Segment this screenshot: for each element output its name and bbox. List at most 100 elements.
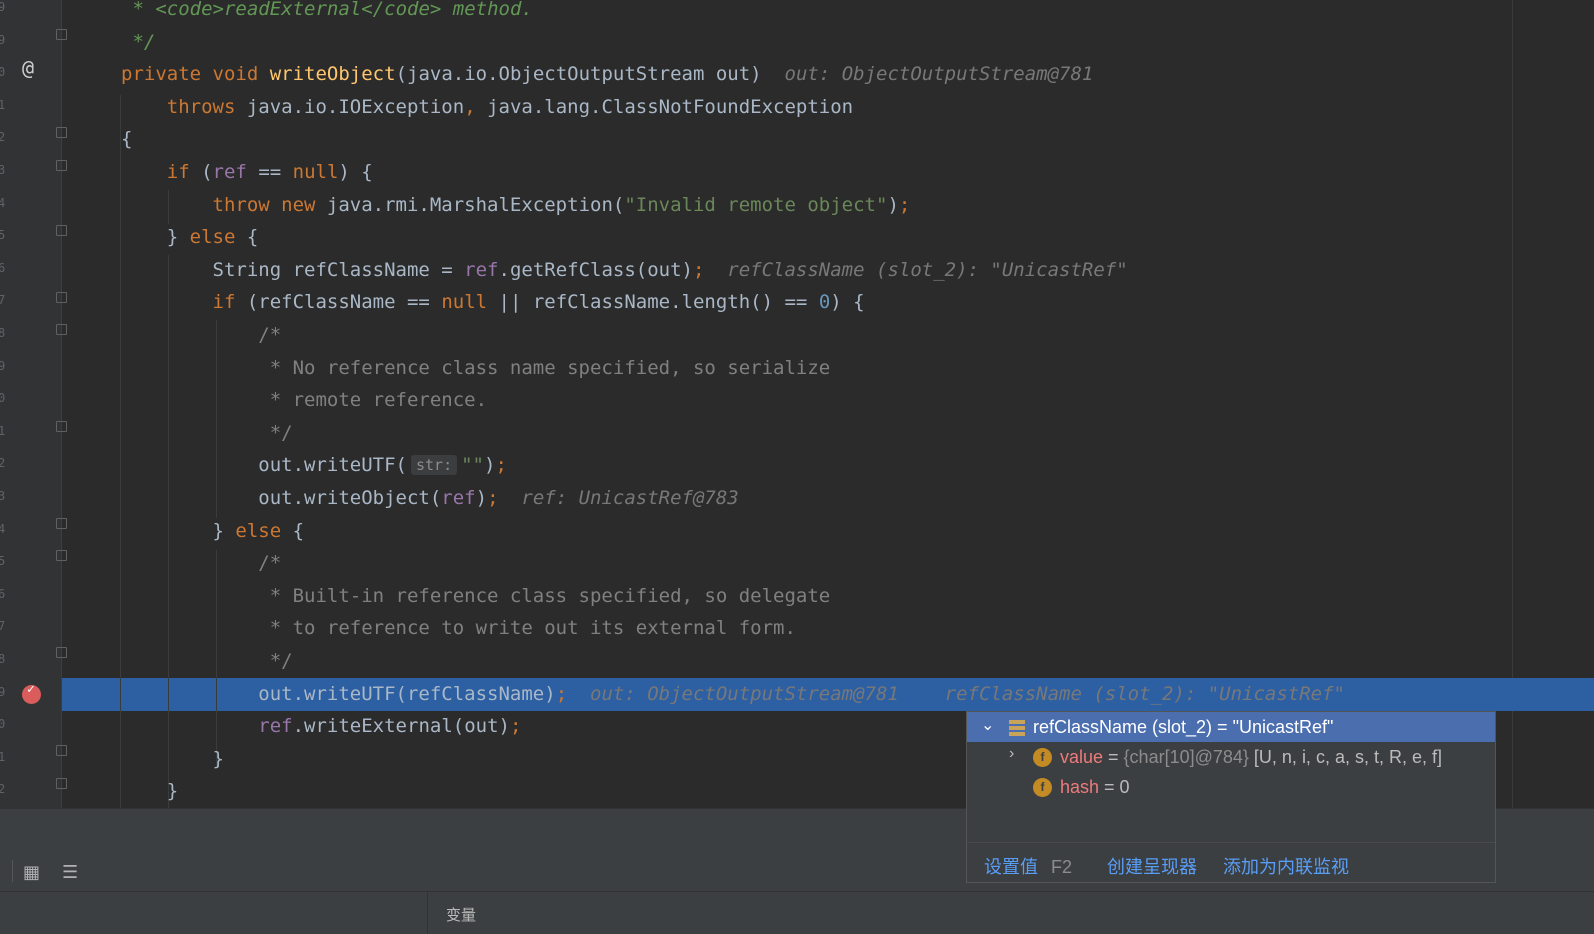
override-marker-icon[interactable]: @ [22,56,34,80]
code-line[interactable]: 0 * remote reference. [0,383,1594,416]
code-text: out.writeObject(ref); ref: UnicastRef@78… [121,487,738,509]
code-text: * Built-in reference class specified, so… [121,585,831,607]
code-line[interactable]: 9 * No reference class name specified, s… [0,351,1594,384]
fold-marker-icon[interactable] [56,160,67,171]
line-number[interactable]: 8 [0,326,8,340]
fold-marker-icon[interactable] [56,745,67,756]
tree-node-hash[interactable]: f hash = 0 [967,772,1495,802]
fold-marker-icon[interactable] [56,421,67,432]
line-number[interactable]: 2 [0,456,8,470]
code-line[interactable]: 1 */ [0,416,1594,449]
code-line[interactable]: 3 if (ref == null) { [0,155,1594,188]
code-line[interactable]: 8 */ [0,644,1594,677]
fold-marker-icon[interactable] [56,225,67,236]
line-number[interactable]: 0 [0,391,8,405]
line-number[interactable]: 9 [0,359,8,373]
inline-debug-value: out: ObjectOutputStream@781 refClassName… [590,682,1345,705]
code-line[interactable]: 6 String refClassName = ref.getRefClass(… [0,253,1594,286]
line-number[interactable]: 6 [0,261,8,275]
code-line[interactable]: 0 private void writeObject(java.io.Object… [0,57,1594,90]
line-number[interactable]: 3 [0,163,8,177]
tree-node-value[interactable]: › f value = {char[10]@784} [U, n, i, c, … [967,742,1495,772]
code-line[interactable]: 8 /* [0,318,1594,351]
tree-node-refclassname[interactable]: ⌄ refClassName (slot_2) = "UnicastRef" [967,712,1495,742]
chevron-down-icon[interactable]: ⌄ [981,715,994,735]
code-text: */ [121,422,293,444]
list-settings-icon[interactable]: ☰ [62,862,78,883]
line-number[interactable]: 4 [0,196,8,210]
code-line[interactable]: 4 } else { [0,514,1594,547]
line-number[interactable]: 2 [0,130,8,144]
code-token: String refClassName = [121,258,465,281]
code-text: */ [121,650,293,672]
code-line[interactable]: 5 } else { [0,220,1594,253]
fold-marker-icon[interactable] [56,518,67,529]
line-number[interactable]: 7 [0,619,8,633]
line-number[interactable]: 9 [0,33,8,47]
fold-marker-icon[interactable] [56,550,67,561]
create-renderer-link[interactable]: 创建呈现器 [1107,853,1197,879]
fold-marker-icon[interactable] [56,647,67,658]
code-token: throws [121,95,247,118]
code-token: ref [212,161,247,183]
set-value-link[interactable]: 设置值 F2 [984,853,1072,879]
code-token: { [246,226,259,249]
code-line[interactable]: 7 * to reference to write out its extern… [0,611,1594,644]
code-token: /* [121,552,282,575]
tab-variables[interactable]: 变量 [446,904,476,925]
code-line[interactable]: 5 /* [0,546,1594,579]
code-line[interactable]: 3 out.writeObject(ref); ref: UnicastRef@… [0,481,1594,514]
code-line[interactable]: 7 if (refClassName == null || refClassNa… [0,285,1594,318]
code-token: ) [484,454,496,477]
code-editor[interactable]: 9 * <code>readExternal</code> method. 9 *… [0,0,1594,808]
code-line[interactable]: 9 out.writeUTF(refClassName); out: Objec… [0,677,1594,710]
code-token: { [292,519,305,542]
line-number[interactable]: 3 [0,489,8,503]
line-number[interactable]: 0 [0,65,8,79]
field-icon: f [1033,778,1052,797]
fold-marker-icon[interactable] [56,292,67,303]
add-inline-watch-link[interactable]: 添加为内联监视 [1223,853,1349,879]
line-number[interactable]: 2 [0,782,8,796]
line-number[interactable]: 6 [0,587,8,601]
code-text: if (refClassName == null || refClassName… [121,291,865,313]
code-text: out.writeUTF(str: ""); [121,454,507,476]
code-token: java.io.IOException [246,95,465,118]
code-token: out.writeUTF(refClassName) [121,682,556,705]
fold-marker-icon[interactable] [56,778,67,789]
code-token: java.rmi.MarshalException( [326,193,625,216]
line-number[interactable]: 5 [0,228,8,242]
fold-marker-icon[interactable] [56,29,67,40]
toolbar-separator [12,860,13,882]
line-number[interactable]: 9 [0,0,8,14]
code-token: ) [887,193,899,216]
calculator-icon[interactable]: ▦ [23,862,40,883]
inline-debug-value: out: ObjectOutputStream@781 [784,63,1094,86]
code-line[interactable]: 2{ [0,122,1594,155]
code-line[interactable]: 1 throws java.io.IOException, java.lang.… [0,90,1594,123]
line-number[interactable]: 8 [0,652,8,666]
line-number[interactable]: 1 [0,750,8,764]
line-number[interactable]: 4 [0,522,8,536]
line-number[interactable]: 7 [0,293,8,307]
code-line[interactable]: 6 * Built-in reference class specified, … [0,579,1594,612]
line-number[interactable]: 1 [0,98,8,112]
line-number[interactable]: 9 [0,685,8,699]
code-token: } [121,519,236,542]
code-line[interactable]: 9 */ [0,25,1594,58]
code-line[interactable]: 2 out.writeUTF(str: ""); [0,448,1594,481]
code-token: </code> [361,0,442,20]
fold-marker-icon[interactable] [56,324,67,335]
chevron-right-icon[interactable]: › [1009,745,1014,763]
line-number[interactable]: 1 [0,424,8,438]
fold-marker-icon[interactable] [56,127,67,138]
code-line[interactable]: 4 throw new java.rmi.MarshalException("I… [0,188,1594,221]
inline-debug-value: refClassName (slot_2): "UnicastRef" [727,258,1128,281]
line-number[interactable]: 5 [0,554,8,568]
code-token: ; [692,258,728,281]
code-line[interactable]: 9 * <code>readExternal</code> method. [0,0,1594,25]
line-number[interactable]: 0 [0,717,8,731]
code-token: .writeExternal(out) [292,715,510,738]
